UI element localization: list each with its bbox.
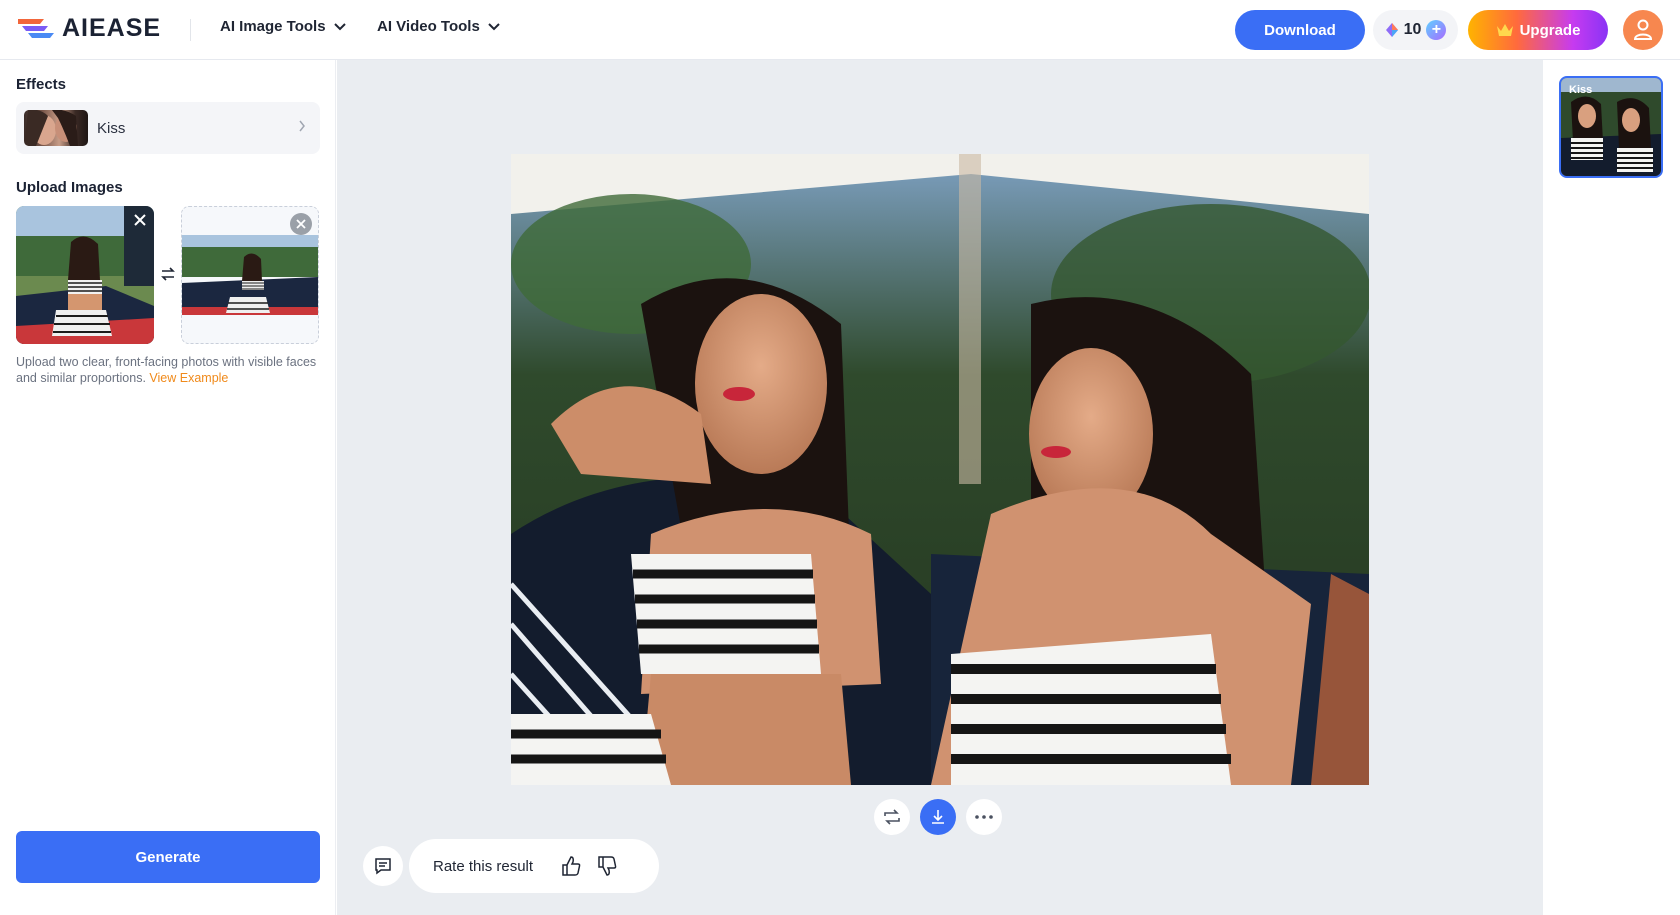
user-icon — [1633, 19, 1653, 40]
result-area: Rate this result — [337, 60, 1543, 915]
thumbs-up-button[interactable] — [559, 854, 583, 878]
thumbs-up-icon — [562, 856, 581, 876]
feedback-button[interactable] — [363, 846, 403, 886]
effect-name: Kiss — [97, 119, 126, 137]
uploaded-image-2[interactable] — [181, 206, 319, 344]
rate-result-pill: Rate this result — [409, 839, 659, 893]
upgrade-label: Upgrade — [1519, 21, 1581, 39]
logo-text: AIEASE — [62, 13, 162, 42]
rate-label: Rate this result — [433, 857, 534, 875]
upgrade-button[interactable]: Upgrade — [1468, 10, 1608, 50]
crown-icon — [1496, 24, 1513, 36]
more-options-button[interactable] — [966, 799, 1002, 835]
result-image-graphic — [511, 154, 1369, 785]
user-avatar[interactable] — [1623, 10, 1663, 50]
effect-thumbnail — [24, 110, 88, 146]
nav-ai-image-tools[interactable]: AI Image Tools — [220, 18, 346, 35]
uploaded-image-1[interactable] — [16, 206, 154, 344]
result-image[interactable] — [511, 154, 1369, 785]
view-example-link[interactable]: View Example — [149, 371, 228, 385]
effects-title: Effects — [16, 76, 67, 93]
close-icon — [296, 219, 306, 229]
logo[interactable]: AIEASE — [16, 12, 161, 44]
thumbs-down-icon — [598, 856, 617, 876]
chevron-right-icon — [299, 120, 305, 132]
header-divider — [190, 19, 191, 41]
plus-icon[interactable]: + — [1426, 20, 1447, 40]
history-thumbnail[interactable]: Kiss — [1559, 76, 1663, 178]
download-result-button[interactable] — [920, 799, 956, 835]
close-icon — [134, 214, 146, 226]
regenerate-button[interactable] — [874, 799, 910, 835]
regenerate-icon — [884, 809, 900, 825]
history-rail: Kiss — [1543, 60, 1680, 915]
chevron-down-icon — [333, 22, 346, 30]
remove-image-2-button[interactable] — [290, 213, 312, 235]
result-toolbar — [874, 799, 1002, 835]
swap-icon[interactable] — [160, 266, 176, 282]
logo-icon — [16, 15, 58, 41]
upload-hint: Upload two clear, front-facing photos wi… — [16, 354, 326, 386]
thumbs-down-button[interactable] — [595, 854, 619, 878]
nav-label: AI Image Tools — [220, 18, 326, 35]
generate-button[interactable]: Generate — [16, 831, 320, 883]
history-thumbnail-label: Kiss — [1569, 84, 1593, 96]
effect-selector[interactable]: Kiss — [16, 102, 320, 154]
credits-badge[interactable]: 10 + — [1373, 10, 1458, 50]
upload-title: Upload Images — [16, 179, 123, 196]
download-icon — [932, 810, 944, 824]
nav-label: AI Video Tools — [377, 18, 480, 35]
credits-count: 10 — [1403, 21, 1422, 38]
download-button[interactable]: Download — [1235, 10, 1365, 50]
remove-image-1-button[interactable] — [130, 210, 150, 230]
more-icon — [975, 815, 993, 819]
feedback-icon — [375, 858, 391, 875]
top-header: AIEASE AI Image Tools AI Video Tools Dow… — [0, 0, 1680, 60]
credit-gem-icon — [1385, 23, 1398, 37]
chevron-down-icon — [488, 22, 500, 30]
nav-ai-video-tools[interactable]: AI Video Tools — [377, 18, 500, 35]
